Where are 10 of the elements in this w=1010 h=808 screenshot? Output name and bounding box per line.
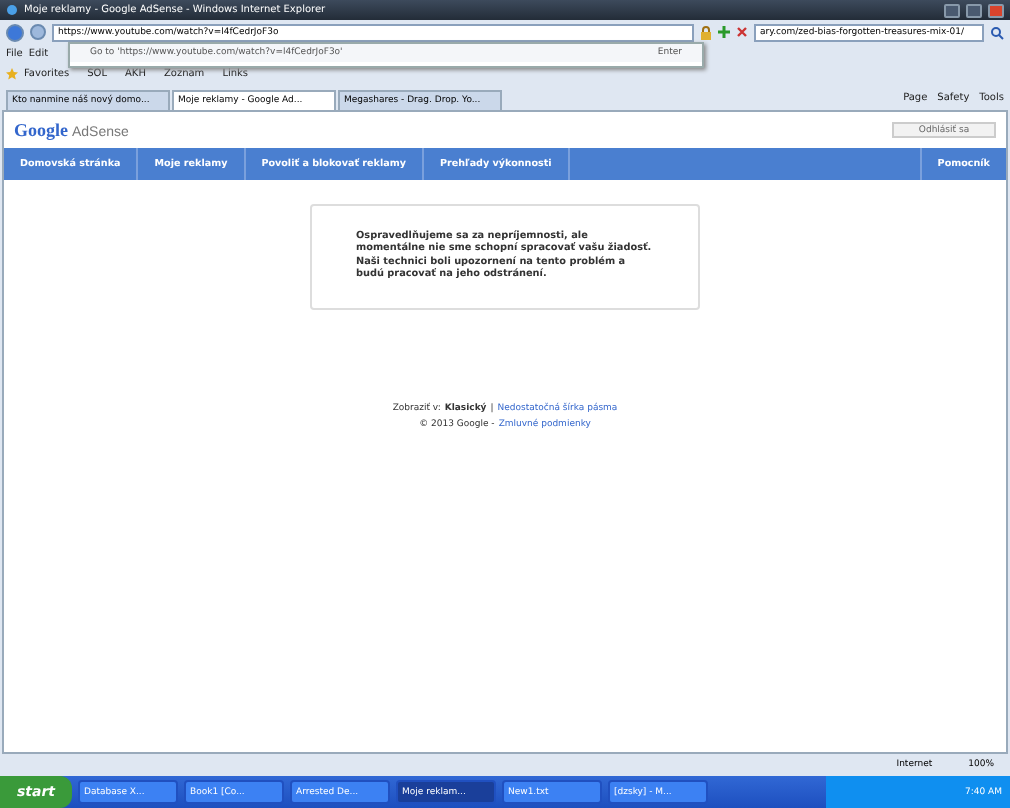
search-icon[interactable]: [990, 25, 1004, 39]
close-button[interactable]: [988, 3, 1004, 17]
maximize-button[interactable]: [966, 3, 982, 17]
stop-icon[interactable]: [736, 26, 748, 38]
browser-icon: [6, 4, 18, 16]
minimize-button[interactable]: [944, 3, 960, 17]
lock-icon: [700, 25, 712, 39]
star-icon: [6, 68, 18, 80]
back-button[interactable]: [6, 23, 24, 41]
forward-button[interactable]: [30, 24, 46, 40]
